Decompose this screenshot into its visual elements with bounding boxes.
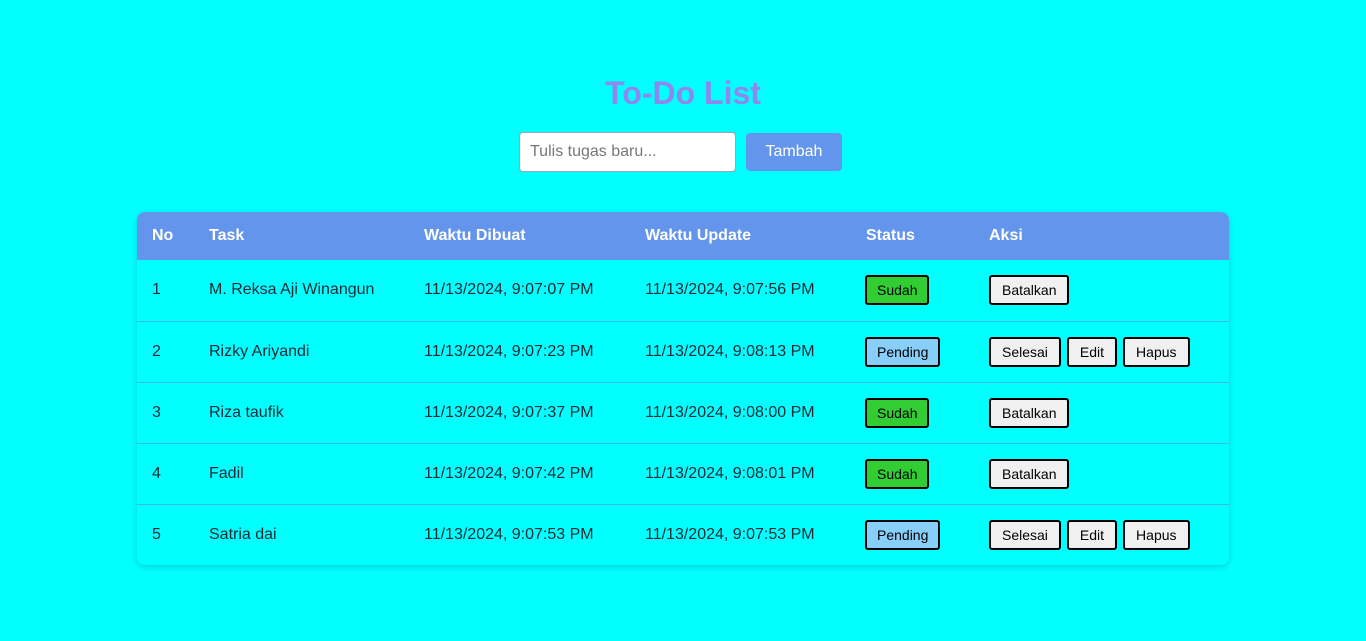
status-badge: Sudah bbox=[865, 458, 930, 489]
add-task-button[interactable]: Tambah bbox=[746, 133, 842, 171]
task-name: Riza taufik bbox=[194, 381, 409, 443]
table-row: 5 Satria dai 11/13/2024, 9:07:53 PM 11/13/2… bbox=[137, 503, 1229, 565]
actions-cell: Batalkan bbox=[974, 442, 1229, 504]
column-header-status: Status bbox=[866, 227, 915, 244]
task-number: 5 bbox=[137, 503, 194, 565]
table-header-row: No Task Waktu Dibuat Waktu Update Status… bbox=[137, 212, 1229, 260]
actions-cell: Selesai Edit Hapus bbox=[974, 320, 1229, 382]
status-cell: Pending bbox=[851, 503, 974, 565]
page-title: To-Do List bbox=[605, 75, 761, 111]
task-name: Fadil bbox=[194, 442, 409, 504]
todo-page: To-Do List Tambah No Task Waktu Dibuat W… bbox=[0, 0, 1366, 641]
task-name: Rizky Ariyandi bbox=[194, 320, 409, 382]
column-header-task: Task bbox=[209, 227, 245, 244]
hapus-button[interactable]: Hapus bbox=[1123, 336, 1190, 367]
edit-button[interactable]: Edit bbox=[1066, 336, 1118, 367]
task-table-body: 1 M. Reksa Aji Winangun 11/13/2024, 9:07:0… bbox=[137, 260, 1229, 565]
created-time: 11/13/2024, 9:07:07 PM bbox=[424, 281, 594, 299]
actions-cell: Selesai Edit Hapus bbox=[974, 503, 1229, 565]
updated-time: 11/13/2024, 9:07:56 PM bbox=[645, 281, 815, 299]
task-number: 4 bbox=[137, 442, 194, 504]
status-badge: Pending bbox=[865, 336, 941, 367]
task-table: No Task Waktu Dibuat Waktu Update Status… bbox=[137, 212, 1229, 565]
batalkan-button[interactable]: Batalkan bbox=[989, 397, 1070, 428]
updated-time: 11/13/2024, 9:07:53 PM bbox=[630, 503, 851, 565]
hapus-button[interactable]: Hapus bbox=[1123, 519, 1190, 550]
status-badge: Sudah bbox=[865, 397, 930, 428]
created-time: 11/13/2024, 9:07:53 PM bbox=[409, 503, 630, 565]
task-number: 1 bbox=[152, 281, 161, 299]
column-header-created: Waktu Dibuat bbox=[424, 227, 526, 244]
selesai-button[interactable]: Selesai bbox=[989, 336, 1061, 367]
task-name: M. Reksa Aji Winangun bbox=[209, 281, 375, 299]
column-header-no: No bbox=[152, 227, 174, 244]
column-header-actions: Aksi bbox=[989, 227, 1023, 244]
add-task-form: Tambah bbox=[519, 132, 842, 172]
batalkan-button[interactable]: Batalkan bbox=[989, 458, 1070, 489]
status-badge: Sudah bbox=[865, 275, 930, 306]
table-row: 1 M. Reksa Aji Winangun 11/13/2024, 9:07:0… bbox=[137, 260, 1229, 321]
edit-button[interactable]: Edit bbox=[1066, 519, 1118, 550]
table-row: 3 Riza taufik 11/13/2024, 9:07:37 PM 11/13/… bbox=[137, 381, 1229, 443]
status-cell: Pending bbox=[851, 320, 974, 382]
table-row: 4 Fadil 11/13/2024, 9:07:42 PM 11/13/2024, … bbox=[137, 442, 1229, 504]
created-time: 11/13/2024, 9:07:42 PM bbox=[409, 442, 630, 504]
selesai-button[interactable]: Selesai bbox=[989, 519, 1061, 550]
updated-time: 11/13/2024, 9:08:00 PM bbox=[630, 381, 851, 443]
actions-cell: Batalkan bbox=[974, 381, 1229, 443]
updated-time: 11/13/2024, 9:08:01 PM bbox=[630, 442, 851, 504]
actions-cell: Batalkan bbox=[974, 260, 1229, 321]
batalkan-button[interactable]: Batalkan bbox=[989, 275, 1070, 306]
column-header-updated: Waktu Update bbox=[645, 227, 752, 244]
task-number: 3 bbox=[137, 381, 194, 443]
created-time: 11/13/2024, 9:07:23 PM bbox=[409, 320, 630, 382]
status-cell: Sudah bbox=[851, 260, 974, 321]
task-number: 2 bbox=[137, 320, 194, 382]
status-cell: Sudah bbox=[851, 442, 974, 504]
updated-time: 11/13/2024, 9:08:13 PM bbox=[630, 320, 851, 382]
task-name: Satria dai bbox=[194, 503, 409, 565]
status-cell: Sudah bbox=[851, 381, 974, 443]
task-table-container: No Task Waktu Dibuat Waktu Update Status… bbox=[137, 212, 1229, 565]
status-badge: Pending bbox=[865, 519, 941, 550]
created-time: 11/13/2024, 9:07:37 PM bbox=[409, 381, 630, 443]
table-row: 2 Rizky Ariyandi 11/13/2024, 9:07:23 PM 11/… bbox=[137, 320, 1229, 382]
new-task-input[interactable] bbox=[519, 132, 736, 172]
